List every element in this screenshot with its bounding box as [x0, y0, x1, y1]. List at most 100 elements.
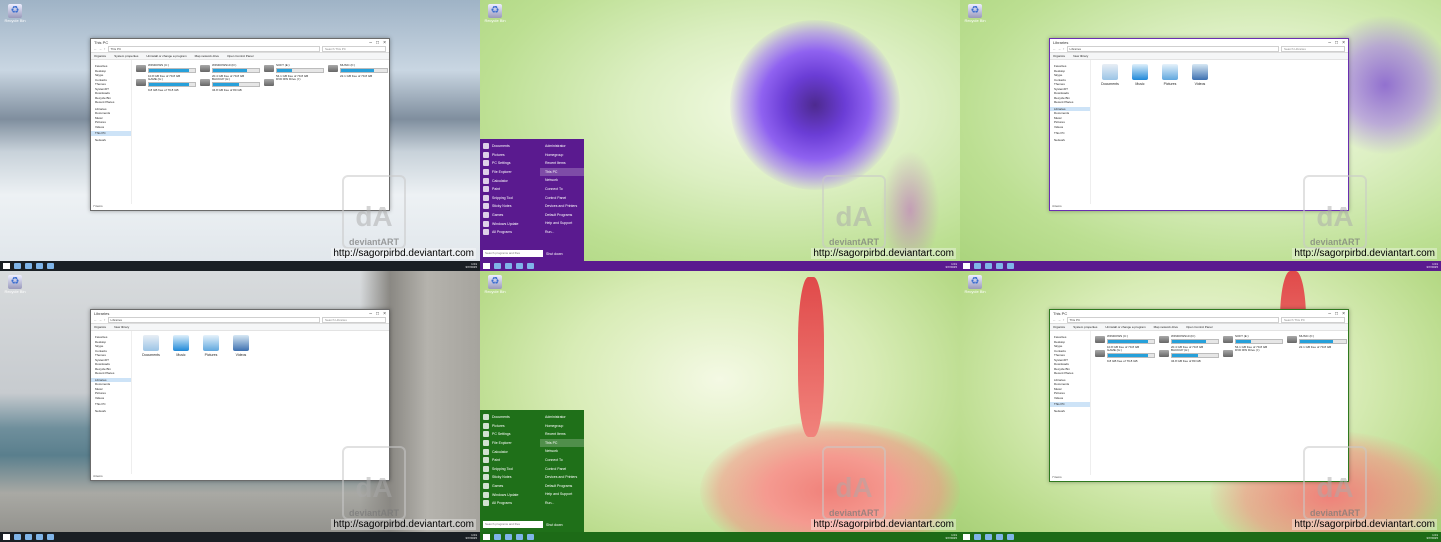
forward-arrow-icon[interactable]: → [1058, 47, 1061, 51]
start-link[interactable]: Homegroup [540, 422, 584, 431]
path-input[interactable]: This PC [107, 46, 320, 52]
all-programs-button[interactable]: All Programs [480, 499, 540, 508]
start-pinned-item[interactable]: File Explorer [480, 168, 540, 177]
start-pinned-item[interactable]: Paint [480, 185, 540, 194]
start-link[interactable]: Control Panel [540, 194, 584, 203]
search-icon[interactable] [974, 263, 981, 269]
command-button[interactable]: Organize [1053, 325, 1065, 329]
start-link[interactable]: Connect To [540, 185, 584, 194]
shutdown-button[interactable]: Shut down [546, 252, 563, 256]
drive-item[interactable]: WINDOWS (C:) 10.8 GB free of 79.8 GB [136, 63, 196, 78]
command-button[interactable]: System properties [1073, 325, 1097, 329]
start-search-input[interactable]: Search programs and files [483, 250, 543, 257]
path-input[interactable]: This PC [1066, 317, 1279, 323]
nav-item[interactable]: This PC [91, 402, 131, 407]
start-pinned-item[interactable]: File Explorer [480, 439, 540, 448]
close-button[interactable]: × [383, 311, 386, 317]
recycle-bin[interactable]: ♻ Recycle Bin [4, 4, 26, 23]
recycle-bin[interactable]: ♻ Recycle Bin [964, 275, 986, 294]
start-link[interactable]: Control Panel [540, 465, 584, 474]
minimize-button[interactable]: – [369, 311, 372, 317]
start-pinned-item[interactable]: Sticky Notes [480, 202, 540, 211]
taskbar-clock[interactable]: 1:01 3/7/2015 [945, 534, 957, 540]
start-link[interactable]: Network [540, 176, 584, 185]
nav-item[interactable]: This PC [1050, 402, 1090, 407]
up-arrow-icon[interactable]: ↑ [1063, 47, 1065, 51]
start-pinned-item[interactable]: Games [480, 482, 540, 491]
nav-item[interactable]: Videos [91, 396, 131, 401]
nav-item[interactable]: This PC [1050, 131, 1090, 136]
up-arrow-icon[interactable]: ↑ [104, 318, 106, 322]
close-button[interactable]: × [1342, 311, 1345, 317]
library-item[interactable]: Pictures [198, 335, 224, 365]
store-icon[interactable] [47, 263, 54, 269]
start-link[interactable]: This PC [540, 167, 584, 177]
task-view-icon[interactable] [985, 534, 992, 540]
windows-start-icon[interactable] [963, 534, 970, 540]
maximize-button[interactable]: □ [376, 311, 379, 317]
nav-item[interactable]: This PC [91, 131, 131, 136]
start-link[interactable]: Network [540, 447, 584, 456]
command-button[interactable]: Uninstall or change a program [1105, 325, 1145, 329]
start-menu[interactable]: Documents Pictures PC Settings File Explore… [480, 410, 584, 532]
taskbar-clock[interactable]: 1:01 3/7/2015 [1426, 263, 1438, 269]
file-explorer-icon[interactable] [516, 534, 523, 540]
command-button[interactable]: Map network drive [195, 54, 220, 58]
start-pinned-item[interactable]: Snipping Tool [480, 194, 540, 203]
store-icon[interactable] [1007, 534, 1014, 540]
drive-item[interactable]: MUSIC (F:) 22.1 GB free of 79.8 GB [328, 63, 388, 78]
nav-item[interactable]: Recent Places [91, 100, 131, 105]
start-link[interactable]: Administrator [540, 413, 584, 422]
all-programs-button[interactable]: All Programs [480, 228, 540, 237]
start-link[interactable]: Default Programs [540, 482, 584, 491]
library-item[interactable]: Videos [228, 335, 254, 365]
start-search-input[interactable]: Search programs and files [483, 521, 543, 528]
start-pinned-item[interactable]: PC Settings [480, 430, 540, 439]
command-button[interactable]: Uninstall or change a program [146, 54, 186, 58]
start-menu[interactable]: Documents Pictures PC Settings File Explore… [480, 139, 584, 261]
drive-item[interactable]: DVD RW Drive (I:) [264, 77, 324, 89]
search-icon[interactable] [974, 534, 981, 540]
task-view-icon[interactable] [985, 263, 992, 269]
start-link[interactable]: Recent Items [540, 159, 584, 168]
maximize-button[interactable]: □ [1335, 311, 1338, 317]
start-link[interactable]: Connect To [540, 456, 584, 465]
task-view-icon[interactable] [505, 263, 512, 269]
store-icon[interactable] [527, 263, 534, 269]
library-item[interactable]: Pictures [1157, 64, 1183, 94]
search-input[interactable]: Search Libraries [1281, 46, 1345, 52]
start-pinned-item[interactable]: Paint [480, 456, 540, 465]
nav-item[interactable]: Network [91, 409, 131, 414]
command-button[interactable]: System properties [114, 54, 138, 58]
search-icon[interactable] [494, 263, 501, 269]
command-button[interactable]: Organize [94, 325, 106, 329]
drive-item[interactable]: SOFT (E:) 54.1 GB free of 79.8 GB [1223, 334, 1283, 349]
start-pinned-item[interactable]: Games [480, 211, 540, 220]
start-pinned-item[interactable]: PC Settings [480, 159, 540, 168]
back-arrow-icon[interactable]: ← [1053, 318, 1056, 322]
task-view-icon[interactable] [25, 263, 32, 269]
maximize-button[interactable]: □ [376, 40, 379, 46]
start-pinned-item[interactable]: Documents [480, 413, 540, 422]
recycle-bin[interactable]: ♻ Recycle Bin [964, 4, 986, 23]
search-icon[interactable] [494, 534, 501, 540]
task-view-icon[interactable] [505, 534, 512, 540]
nav-item[interactable]: Recent Places [1050, 100, 1090, 105]
library-item[interactable]: Videos [1187, 64, 1213, 94]
search-icon[interactable] [14, 263, 21, 269]
back-arrow-icon[interactable]: ← [94, 47, 97, 51]
forward-arrow-icon[interactable]: → [1058, 318, 1061, 322]
drive-item[interactable]: SOFT (E:) 54.1 GB free of 79.8 GB [264, 63, 324, 78]
drive-item[interactable]: WINDOWS (C:) 10.8 GB free of 79.8 GB [1095, 334, 1155, 349]
nav-item[interactable]: Recent Places [1050, 371, 1090, 376]
drive-item[interactable]: GAME (G:) 9.8 GB free of 79.8 GB [136, 77, 196, 92]
forward-arrow-icon[interactable]: → [99, 318, 102, 322]
file-explorer-icon[interactable] [996, 263, 1003, 269]
command-button[interactable]: New library [1073, 54, 1088, 58]
minimize-button[interactable]: – [1328, 40, 1331, 46]
search-input[interactable]: Search This PC [1281, 317, 1345, 323]
command-button[interactable]: Open Control Panel [227, 54, 253, 58]
nav-item[interactable]: Recent Places [91, 371, 131, 376]
back-arrow-icon[interactable]: ← [1053, 47, 1056, 51]
search-input[interactable]: Search This PC [322, 46, 386, 52]
